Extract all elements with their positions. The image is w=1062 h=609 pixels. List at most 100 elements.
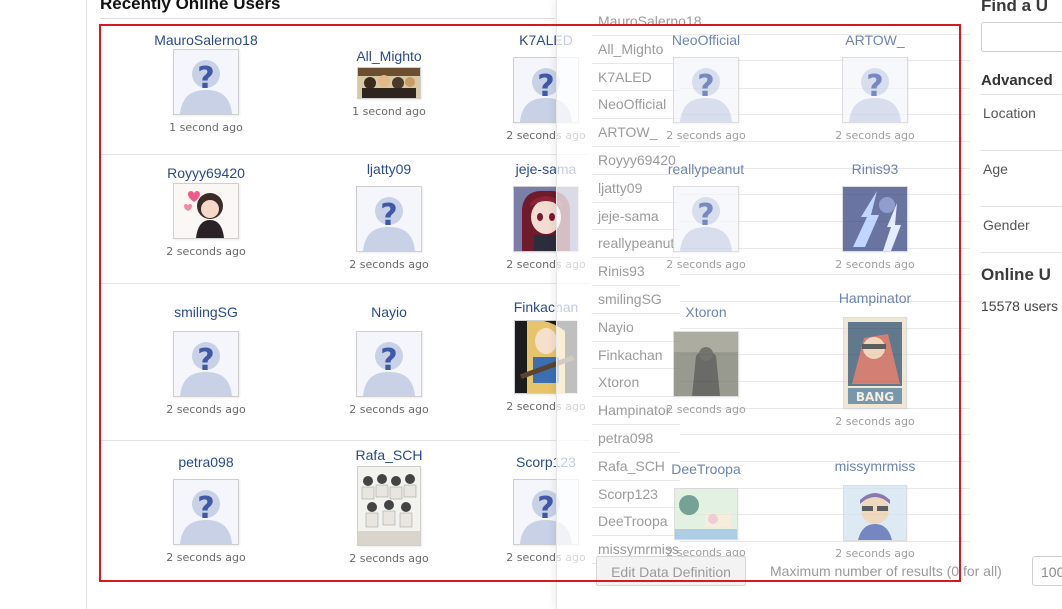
last-seen-time: 2 seconds ago (349, 258, 429, 271)
user-name-link[interactable]: Rafa_SCH (319, 446, 459, 464)
user-name-link[interactable]: Hampinator (805, 289, 945, 307)
list-item[interactable]: petra098 (592, 425, 680, 453)
svg-text:?: ? (197, 61, 214, 96)
placeholder-avatar-icon[interactable]: ? (173, 331, 239, 397)
advanced-title: Advanced (981, 72, 1053, 89)
svg-text:?: ? (380, 343, 397, 378)
find-user-input[interactable] (981, 22, 1062, 52)
row-divider (680, 434, 970, 435)
online-users-title: Online U (981, 265, 1051, 284)
last-seen-time: 2 seconds ago (835, 258, 915, 271)
divider (981, 252, 1062, 253)
last-seen-time: 2 seconds ago (835, 415, 915, 428)
svg-text:?: ? (537, 69, 554, 104)
user-name-link[interactable]: missymrmiss (805, 457, 945, 475)
user-name-link[interactable]: Xtoron (636, 303, 776, 321)
user-card: All_Mighto 1 second ago (319, 47, 459, 118)
overlay-user-card: DeeTroopa 2 seconds ago (636, 460, 776, 559)
last-seen-time: 2 seconds ago (166, 245, 246, 258)
svg-text:?: ? (197, 343, 214, 378)
dark-knight-avatar-icon[interactable] (673, 331, 739, 397)
divider (981, 206, 1062, 207)
gender-label: Gender (983, 217, 1030, 233)
svg-text:?: ? (697, 69, 714, 104)
svg-text:?: ? (380, 198, 397, 233)
user-card: petra098 ? 2 seconds ago (136, 453, 276, 564)
divider (981, 94, 1062, 95)
svg-text:BANG: BANG (856, 390, 894, 404)
cartoon-scene-avatar-icon[interactable] (674, 488, 738, 540)
sidebar: Find a U Advanced Location Age Gender On… (981, 0, 1062, 609)
svg-text:?: ? (697, 198, 714, 233)
bang-poster-avatar-icon[interactable]: BANG (843, 317, 907, 409)
last-seen-time: 2 seconds ago (835, 547, 915, 560)
user-name-link[interactable]: DeeTroopa (636, 460, 776, 478)
user-name-link[interactable]: NeoOfficial (636, 31, 776, 49)
edit-data-definition-button[interactable]: Edit Data Definition (596, 556, 746, 586)
svg-text:?: ? (197, 491, 214, 526)
row-divider (100, 154, 590, 155)
overlay-user-card: Xtoron 2 seconds ago (636, 303, 776, 416)
placeholder-avatar-icon[interactable]: ? (356, 331, 422, 397)
user-name-link[interactable]: ARTOW_ (805, 31, 945, 49)
overlay-user-card: reallypeanut ? 2 seconds ago (636, 160, 776, 271)
max-results-input[interactable]: 100 (1032, 556, 1062, 586)
last-seen-time: 2 seconds ago (835, 129, 915, 142)
placeholder-avatar-icon[interactable]: ? (673, 57, 739, 123)
user-card: MauroSalerno18 ? 1 second ago (136, 31, 276, 134)
placeholder-avatar-icon[interactable]: ? (173, 49, 239, 115)
user-card: Rafa_SCH 2 seconds ago (319, 446, 459, 565)
user-name-link[interactable]: All_Mighto (319, 47, 459, 65)
manga-group-avatar-icon[interactable] (357, 466, 421, 546)
overlay-divider (556, 0, 557, 609)
last-seen-time: 1 second ago (169, 121, 243, 134)
placeholder-avatar-icon[interactable]: ? (673, 186, 739, 252)
user-card: ljatty09 ? 2 seconds ago (319, 160, 459, 271)
cartoon-sunglasses-avatar-icon[interactable] (843, 485, 907, 541)
online-users-count: 15578 users (981, 298, 1059, 314)
max-results-label: Maximum number of results (0 for all) (770, 563, 1002, 579)
blue-lightning-avatar-icon[interactable] (842, 186, 908, 252)
last-seen-time: 2 seconds ago (349, 403, 429, 416)
divider (981, 150, 1062, 151)
overlay-user-card: ARTOW_ ? 2 seconds ago (805, 31, 945, 142)
last-seen-time: 2 seconds ago (349, 552, 429, 565)
last-seen-time: 2 seconds ago (166, 403, 246, 416)
title-underline (100, 18, 555, 19)
placeholder-avatar-icon[interactable]: ? (173, 479, 239, 545)
svg-text:?: ? (537, 491, 554, 526)
row-divider (680, 274, 970, 275)
user-name-link[interactable]: Rinis93 (805, 160, 945, 178)
page-left-border (86, 0, 87, 609)
section-title: Recently Online Users (100, 0, 281, 13)
last-seen-time: 2 seconds ago (666, 403, 746, 416)
overlay-user-card: missymrmiss 2 seconds ago (805, 457, 945, 560)
group-photo-avatar-icon[interactable] (357, 67, 421, 99)
last-seen-time: 1 second ago (352, 105, 426, 118)
anime-girl-hearts-avatar-icon[interactable] (173, 183, 239, 239)
overlay-user-card: NeoOfficial ? 2 seconds ago (636, 31, 776, 142)
last-seen-time: 2 seconds ago (166, 551, 246, 564)
location-label: Location (983, 105, 1036, 121)
placeholder-avatar-icon[interactable]: ? (842, 57, 908, 123)
overlay-user-card: Hampinator BANG 2 seconds ago (805, 289, 945, 428)
user-name-link[interactable]: smilingSG (136, 303, 276, 321)
row-divider (100, 283, 590, 284)
user-name-link[interactable]: Royyy69420 (136, 164, 276, 182)
user-card: Royyy69420 2 seconds ago (136, 164, 276, 258)
last-seen-time: 2 seconds ago (666, 258, 746, 271)
user-card: Nayio ? 2 seconds ago (319, 303, 459, 416)
row-divider (100, 440, 590, 441)
user-name-link[interactable]: reallypeanut (636, 160, 776, 178)
user-name-link[interactable]: Nayio (319, 303, 459, 321)
user-card: smilingSG ? 2 seconds ago (136, 303, 276, 416)
user-name-link[interactable]: MauroSalerno18 (136, 31, 276, 49)
placeholder-avatar-icon[interactable]: ? (356, 186, 422, 252)
user-name-link[interactable]: petra098 (136, 453, 276, 471)
age-label: Age (983, 161, 1008, 177)
user-name-link[interactable]: ljatty09 (319, 160, 459, 178)
svg-text:?: ? (866, 69, 883, 104)
overlay-user-card: Rinis93 2 seconds ago (805, 160, 945, 271)
find-user-title: Find a U (981, 0, 1049, 15)
last-seen-time: 2 seconds ago (666, 129, 746, 142)
